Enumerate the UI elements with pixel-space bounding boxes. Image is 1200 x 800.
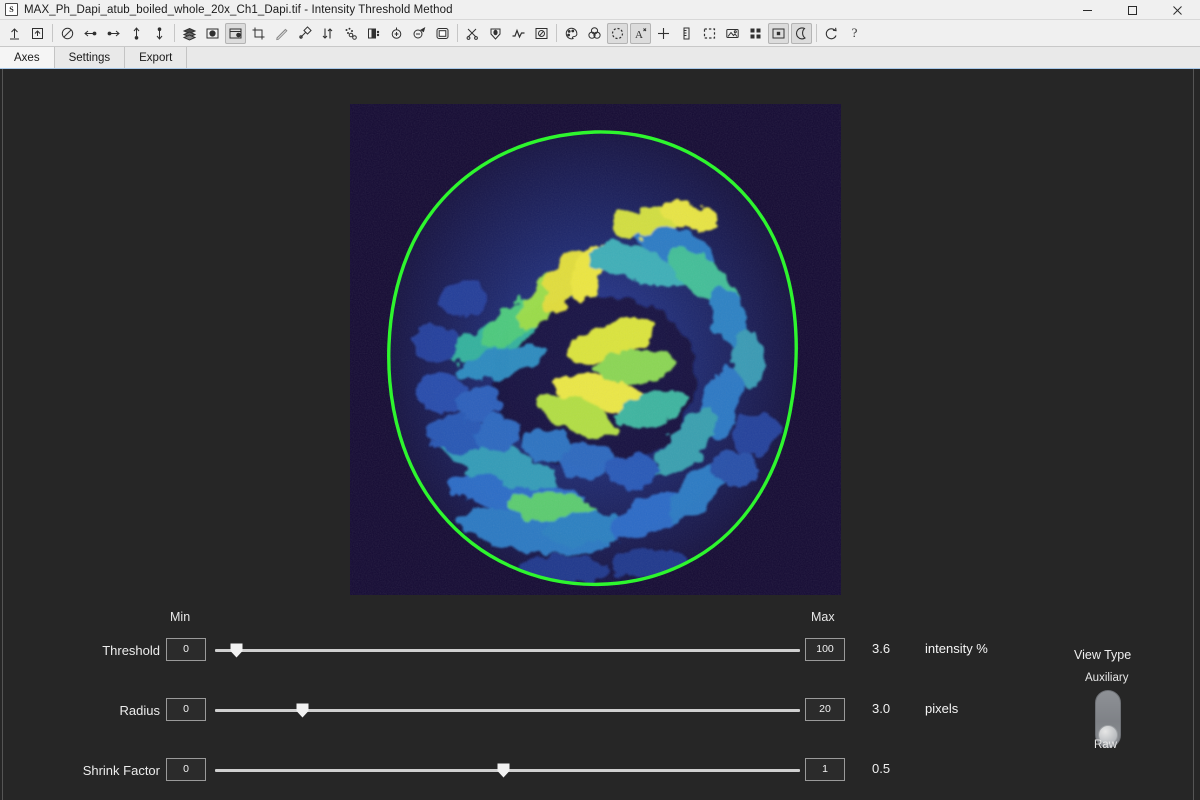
- scatter-points-icon[interactable]: [340, 23, 361, 44]
- eyedropper-icon[interactable]: [294, 23, 315, 44]
- scissors-icon[interactable]: [462, 23, 483, 44]
- threshold-current-value: 3.6: [872, 641, 890, 656]
- max-column-header: Max: [811, 610, 835, 624]
- threshold-slider-handle[interactable]: [230, 643, 243, 658]
- view-type-option-raw[interactable]: Raw: [1094, 739, 1117, 751]
- contrast-circle-icon[interactable]: [57, 23, 78, 44]
- toolbar: A ?: [0, 20, 1200, 47]
- arrow-up-point-icon[interactable]: [126, 23, 147, 44]
- layers-stack-icon[interactable]: [179, 23, 200, 44]
- crop-icon[interactable]: [248, 23, 269, 44]
- transform-object-icon[interactable]: [409, 23, 430, 44]
- scalebar-icon[interactable]: [676, 23, 697, 44]
- import-icon[interactable]: [4, 23, 25, 44]
- threshold-slider-track[interactable]: [215, 649, 800, 652]
- main-canvas: Min Max Threshold 0 100 3.6 intensity % …: [0, 69, 1200, 800]
- split-contrast-icon[interactable]: [363, 23, 384, 44]
- shrink-factor-min-input[interactable]: 0: [166, 758, 206, 781]
- toolbar-separator: [174, 24, 175, 42]
- app-icon: S: [5, 3, 18, 16]
- shrink-factor-slider-handle[interactable]: [497, 763, 510, 778]
- dashed-box-icon[interactable]: [699, 23, 720, 44]
- arrow-left-point-icon[interactable]: [80, 23, 101, 44]
- view-type-option-auxiliary[interactable]: Auxiliary: [1085, 672, 1128, 684]
- left-border-divider: [2, 69, 3, 800]
- text-annotation-icon[interactable]: A: [630, 23, 651, 44]
- maximize-button[interactable]: [1110, 0, 1155, 20]
- slider-row-shrink-factor: Shrink Factor 0 1 0.5: [0, 758, 1100, 784]
- tab-export[interactable]: Export: [125, 47, 187, 68]
- radius-current-value: 3.0: [872, 701, 890, 716]
- grid-tiles-icon[interactable]: [745, 23, 766, 44]
- pencil-icon[interactable]: [271, 23, 292, 44]
- shrink-factor-label: Shrink Factor: [83, 758, 160, 784]
- window-title: MAX_Ph_Dapi_atub_boiled_whole_20x_Ch1_Da…: [24, 4, 453, 16]
- toolbar-separator: [816, 24, 817, 42]
- tab-settings[interactable]: Settings: [55, 47, 126, 68]
- threshold-max-input[interactable]: 100: [805, 638, 845, 661]
- threshold-window-icon[interactable]: [225, 23, 246, 44]
- shield-mask-icon[interactable]: [485, 23, 506, 44]
- title-bar: S MAX_Ph_Dapi_atub_boiled_whole_20x_Ch1_…: [0, 0, 1200, 20]
- radius-slider-handle[interactable]: [296, 703, 309, 718]
- minimize-button[interactable]: [1065, 0, 1110, 20]
- svg-text:A: A: [635, 29, 643, 41]
- refresh-icon[interactable]: [821, 23, 842, 44]
- shrink-factor-current-value: 0.5: [872, 761, 890, 776]
- fluorescence-micrograph[interactable]: [350, 104, 841, 595]
- selection-square-icon[interactable]: [432, 23, 453, 44]
- radius-min-input[interactable]: 0: [166, 698, 206, 721]
- dashed-circle-icon[interactable]: [607, 23, 628, 44]
- application-window: S MAX_Ph_Dapi_atub_boiled_whole_20x_Ch1_…: [0, 0, 1200, 800]
- channel-merge-icon[interactable]: [584, 23, 605, 44]
- window-controls: [1065, 0, 1200, 20]
- signal-wave-icon[interactable]: [508, 23, 529, 44]
- invert-contrast-icon[interactable]: [202, 23, 223, 44]
- help-icon[interactable]: ?: [844, 23, 865, 44]
- radius-max-input[interactable]: 20: [805, 698, 845, 721]
- help-glyph: ?: [852, 25, 858, 41]
- radius-label: Radius: [120, 698, 160, 724]
- boxed-circle-icon[interactable]: [531, 23, 552, 44]
- boxed-point-icon[interactable]: [768, 23, 789, 44]
- toolbar-separator: [556, 24, 557, 42]
- arrow-right-point-icon[interactable]: [103, 23, 124, 44]
- min-column-header: Min: [170, 610, 190, 624]
- radius-unit: pixels: [925, 701, 958, 716]
- toolbar-separator: [457, 24, 458, 42]
- toolbar-separator: [52, 24, 53, 42]
- moon-dark-mode-icon[interactable]: [791, 23, 812, 44]
- slider-row-threshold: Threshold 0 100 3.6 intensity %: [0, 638, 1100, 664]
- threshold-label: Threshold: [102, 638, 160, 664]
- slider-row-radius: Radius 0 20 3.0 pixels: [0, 698, 1100, 724]
- picture-icon[interactable]: [722, 23, 743, 44]
- color-palette-icon[interactable]: [561, 23, 582, 44]
- shrink-factor-max-input[interactable]: 1: [805, 758, 845, 781]
- arrow-down-point-icon[interactable]: [149, 23, 170, 44]
- close-button[interactable]: [1155, 0, 1200, 20]
- threshold-min-input[interactable]: 0: [166, 638, 206, 661]
- view-type-title: View Type: [1074, 648, 1131, 662]
- export-image-icon[interactable]: [27, 23, 48, 44]
- threshold-unit: intensity %: [925, 641, 988, 656]
- sort-updown-icon[interactable]: [317, 23, 338, 44]
- shrink-factor-slider-track[interactable]: [215, 769, 800, 772]
- tab-axes[interactable]: Axes: [0, 47, 55, 68]
- right-border-divider: [1193, 69, 1194, 800]
- micrograph-render: [350, 104, 841, 595]
- menu-bar: Axes Settings Export: [0, 47, 1200, 69]
- radius-slider-track[interactable]: [215, 709, 800, 712]
- rotate-object-icon[interactable]: [386, 23, 407, 44]
- crosshair-icon[interactable]: [653, 23, 674, 44]
